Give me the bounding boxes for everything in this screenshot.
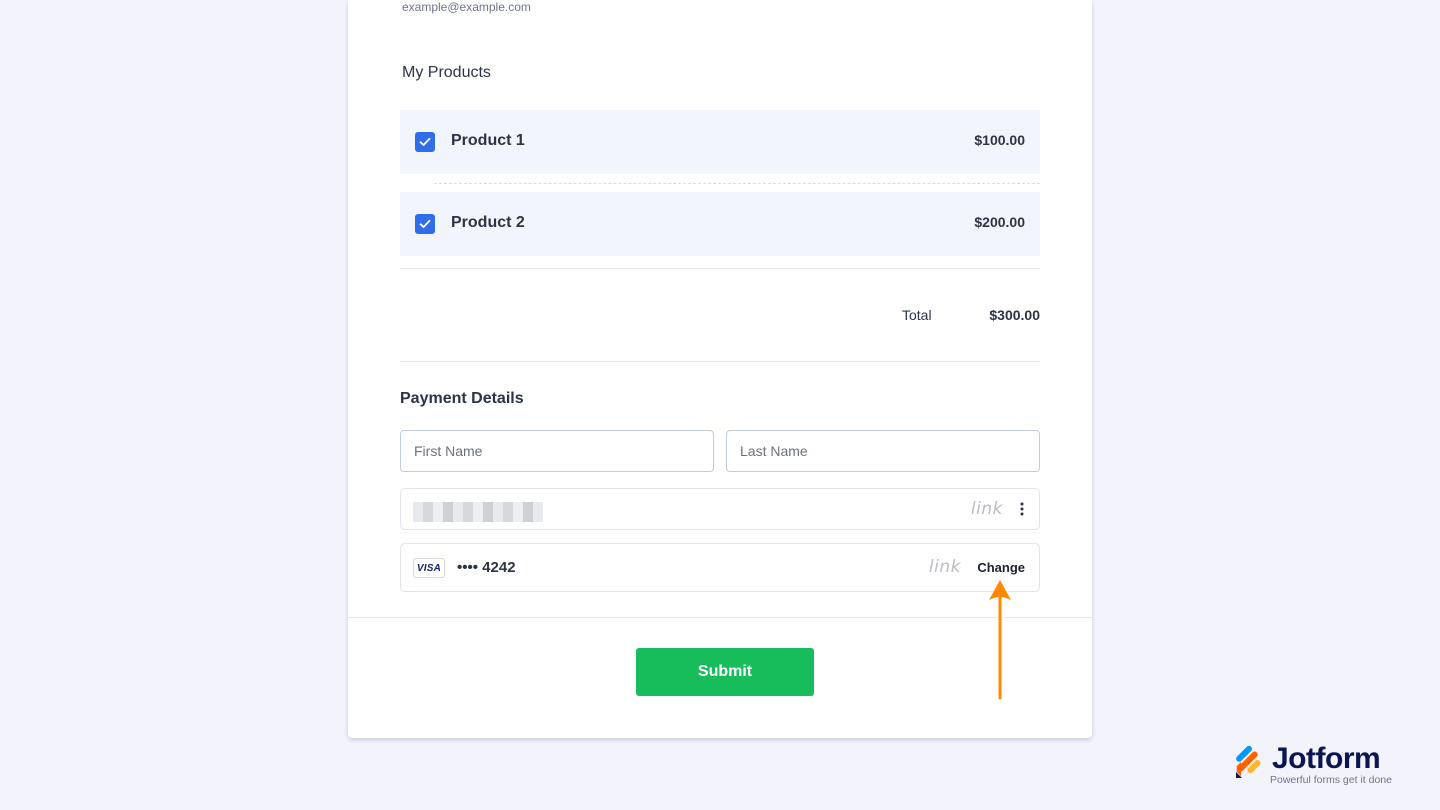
last-name-input[interactable] (726, 430, 1040, 472)
divider (400, 361, 1040, 362)
product-2-checkbox[interactable] (415, 214, 435, 234)
product-divider (434, 183, 1040, 184)
check-icon (419, 137, 431, 146)
card-number: •••• 4242 (457, 559, 516, 576)
products-label: My Products (402, 64, 491, 81)
link-logo: link (928, 557, 961, 577)
blurred-email (413, 502, 543, 522)
link-logo: link (970, 499, 1003, 519)
form-card: example@example.com My Products Product … (348, 0, 1092, 738)
jotform-logo-icon (1236, 746, 1261, 778)
total-value: $300.00 (989, 307, 1040, 323)
product-name: Product 1 (451, 132, 525, 149)
check-icon (419, 219, 431, 228)
brand-tagline: Powerful forms get it done (1270, 774, 1392, 786)
more-options-icon[interactable] (1017, 501, 1027, 517)
product-row[interactable]: Product 2 $200.00 (400, 192, 1040, 256)
footer-divider (348, 617, 1092, 618)
visa-icon: VISA (413, 558, 445, 578)
annotation-arrow-icon (989, 580, 1011, 700)
product-1-checkbox[interactable] (415, 132, 435, 152)
total-label: Total (902, 307, 932, 323)
submit-button[interactable]: Submit (636, 648, 814, 696)
first-name-input[interactable] (400, 430, 714, 472)
change-card-button[interactable]: Change (977, 560, 1025, 575)
saved-card-field: VISA •••• 4242 link Change (400, 543, 1040, 592)
product-row[interactable]: Product 1 $100.00 (400, 110, 1040, 174)
product-price: $100.00 (974, 132, 1025, 148)
brand-name: Jotform (1272, 742, 1381, 775)
product-price: $200.00 (974, 214, 1025, 230)
payment-details-title: Payment Details (400, 390, 524, 407)
jotform-brand: Jotform Powerful forms get it done (1232, 742, 1412, 788)
link-email-field[interactable]: link (400, 488, 1040, 530)
email-value: example@example.com (402, 0, 531, 14)
divider (400, 268, 1040, 269)
product-name: Product 2 (451, 214, 525, 231)
